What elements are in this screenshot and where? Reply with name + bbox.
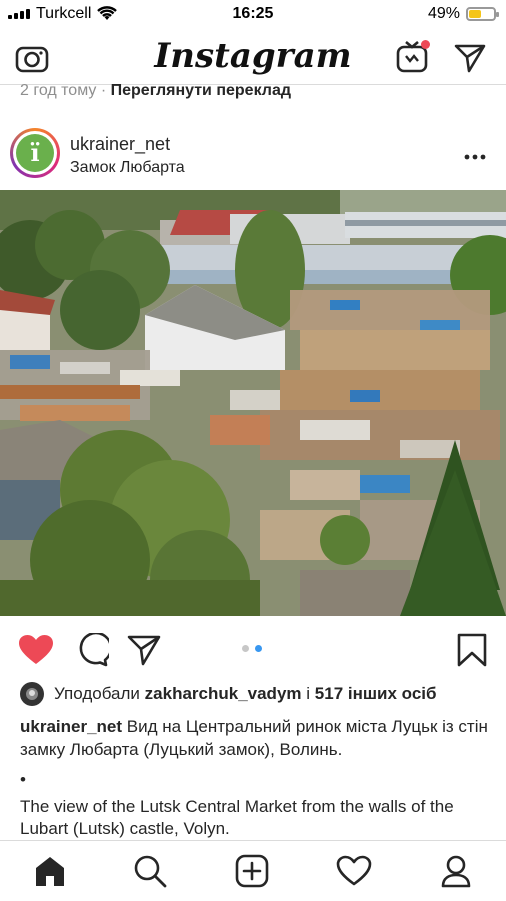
- save-button[interactable]: [452, 630, 492, 670]
- bookmark-icon: [457, 633, 487, 667]
- time-ago: 2 год тому: [20, 84, 97, 99]
- post-username[interactable]: ukrainer_net: [70, 134, 170, 155]
- avatar-letter: ї: [16, 134, 54, 172]
- caption-bullet: •: [20, 770, 26, 789]
- more-options-button[interactable]: [464, 140, 486, 166]
- tab-activity[interactable]: [334, 851, 374, 891]
- post-caption: ukrainer_net Вид на Центральний ринок мі…: [20, 716, 490, 840]
- liker-username[interactable]: zakharchuk_vadym: [145, 684, 302, 703]
- search-icon: [134, 855, 167, 888]
- market-aerial-photo: [0, 190, 506, 616]
- status-bar: Turkcell 16:25 49%: [0, 0, 506, 30]
- comment-button[interactable]: [72, 630, 112, 670]
- tab-new-post[interactable]: [232, 851, 272, 891]
- post-header: ї ukrainer_net Замок Любарта: [0, 126, 506, 186]
- avatar[interactable]: ї: [10, 128, 60, 178]
- share-button[interactable]: [124, 630, 164, 670]
- igtv-button[interactable]: [394, 38, 432, 76]
- carousel-dot-active: [255, 645, 262, 652]
- caption-viewport: ukrainer_net Вид на Центральний ринок мі…: [0, 716, 506, 840]
- like-button[interactable]: [16, 630, 56, 670]
- carousel-dot: [242, 645, 249, 652]
- direct-button[interactable]: [452, 40, 488, 76]
- see-translation-link[interactable]: Переглянути переклад: [111, 84, 291, 99]
- post-location[interactable]: Замок Любарта: [70, 159, 185, 177]
- notification-dot: [421, 40, 430, 49]
- profile-icon: [441, 855, 471, 888]
- likes-prefix: Уподобали: [54, 684, 140, 703]
- battery-icon: [466, 7, 499, 21]
- paper-plane-icon: [127, 635, 161, 666]
- previous-post-footer: 2 год тому · Переглянути переклад: [20, 84, 291, 99]
- battery-percent: 49%: [427, 5, 460, 22]
- add-post-icon: [235, 854, 269, 888]
- caption-english: The view of the Lutsk Central Market fro…: [20, 796, 454, 839]
- post-actions: [0, 616, 506, 680]
- likes-joiner: і: [306, 684, 311, 703]
- caption-username[interactable]: ukrainer_net: [20, 717, 122, 736]
- bottom-tab-bar: [0, 840, 506, 901]
- likes-summary[interactable]: Уподобали zakharchuk_vadym і 517 інших о…: [20, 682, 437, 706]
- liker-avatar: [20, 682, 44, 706]
- heart-outline-icon: [336, 855, 372, 886]
- others-count[interactable]: 517 інших осіб: [315, 684, 437, 703]
- post-photo[interactable]: [0, 190, 506, 616]
- top-navigation: Instagram: [0, 32, 506, 85]
- tab-profile[interactable]: [436, 851, 476, 891]
- carousel-indicator: [242, 645, 262, 652]
- paper-plane-icon: [454, 44, 486, 73]
- home-icon: [36, 857, 64, 886]
- tab-search[interactable]: [130, 851, 170, 891]
- more-icon: [464, 154, 486, 160]
- liker-avatar-icon: [26, 688, 38, 700]
- heart-icon: [19, 635, 53, 664]
- status-right: 49%: [427, 5, 499, 23]
- comment-icon: [79, 633, 109, 667]
- tab-home[interactable]: [30, 851, 70, 891]
